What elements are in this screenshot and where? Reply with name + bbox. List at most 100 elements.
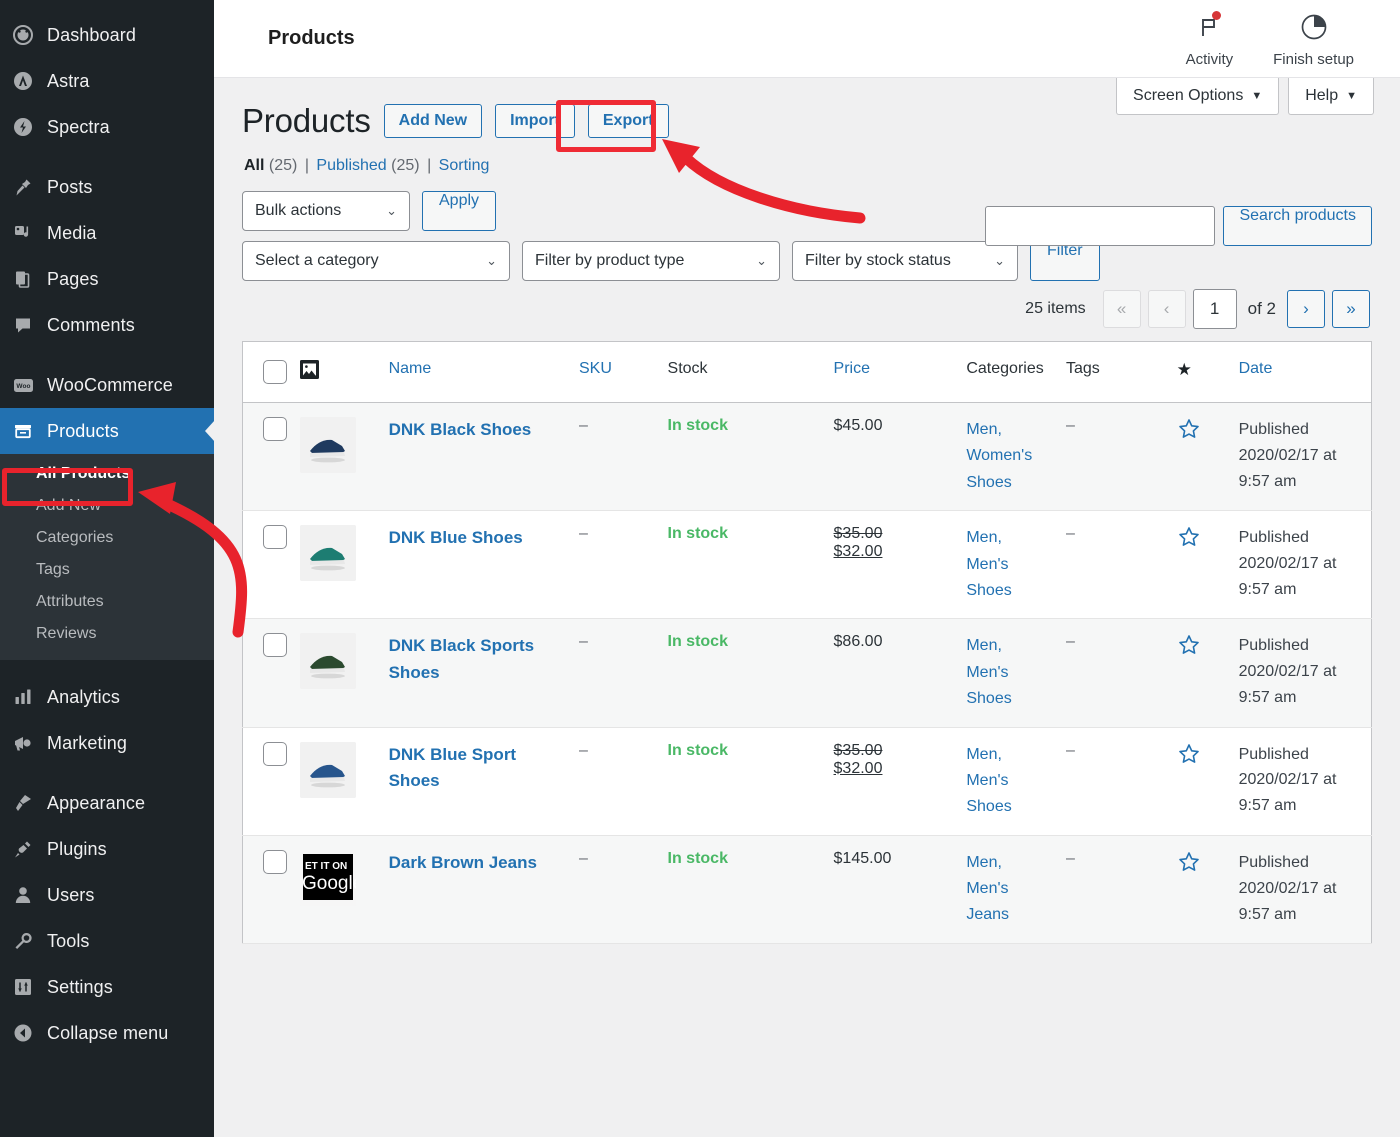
filter-link-all[interactable]: All [244,157,264,174]
sidebar-item-tools[interactable]: Tools [0,918,214,964]
sku-value: – [579,742,588,759]
sidebar-item-analytics[interactable]: Analytics [0,674,214,720]
row-stock-cell: In stock [668,511,834,619]
sidebar-item-collapse-menu[interactable]: Collapse menu [0,1010,214,1056]
export-button[interactable]: Export [588,104,669,138]
sidebar-item-comments[interactable]: Comments [0,302,214,348]
sidebar-item-spectra[interactable]: Spectra [0,104,214,150]
row-checkbox[interactable] [263,417,287,441]
submenu-item-reviews[interactable]: Reviews [0,618,214,650]
category-link[interactable]: Men, [966,525,1058,551]
search-products-button[interactable]: Search products [1223,206,1372,246]
product-name-link[interactable]: Dark Brown Jeans [389,850,537,876]
price-value: $45.00 [834,417,883,434]
sidebar-item-settings[interactable]: Settings [0,964,214,1010]
header-date-link[interactable]: Date [1239,360,1273,377]
product-thumbnail[interactable]: ET IT ONGoogle [300,850,356,906]
sidebar-item-media[interactable]: Media [0,210,214,256]
current-page-input[interactable]: 1 [1193,289,1237,329]
row-checkbox[interactable] [263,850,287,874]
header-name[interactable]: Name [389,342,579,403]
category-link[interactable]: Men's [966,552,1058,578]
star-outline-icon[interactable] [1177,428,1201,445]
sidebar-item-dashboard[interactable]: Dashboard [0,12,214,58]
header-price[interactable]: Price [834,342,967,403]
header-name-link[interactable]: Name [389,360,432,377]
star-outline-icon[interactable] [1177,753,1201,770]
apply-button[interactable]: Apply [422,191,496,231]
category-link[interactable]: Women's [966,443,1058,469]
header-sku[interactable]: SKU [579,342,668,403]
search-input[interactable] [985,206,1215,246]
star-outline-icon[interactable] [1177,536,1201,553]
row-checkbox[interactable] [263,633,287,657]
activity-button[interactable]: Activity [1186,9,1234,68]
products-icon [12,420,34,442]
next-page-button[interactable]: › [1287,290,1325,328]
bulk-actions-select[interactable]: Bulk actions ⌄ [242,191,410,231]
row-featured-cell [1177,727,1239,835]
header-price-link[interactable]: Price [834,360,870,377]
category-link[interactable]: Men, [966,417,1058,443]
sidebar-item-appearance[interactable]: Appearance [0,780,214,826]
submenu-item-add-new[interactable]: Add New [0,490,214,522]
sidebar-item-marketing[interactable]: Marketing [0,720,214,766]
product-name-link[interactable]: DNK Blue Sport Shoes [389,742,571,795]
last-page-button[interactable]: » [1332,290,1370,328]
category-link[interactable]: Jeans [966,902,1058,928]
product-name-link[interactable]: DNK Black Sports Shoes [389,633,571,686]
sidebar-item-users[interactable]: Users [0,872,214,918]
import-button[interactable]: Import [495,104,575,138]
help-button[interactable]: Help ▼ [1288,78,1374,115]
header-sku-link[interactable]: SKU [579,360,612,377]
sidebar-item-label: Collapse menu [47,1024,168,1042]
product-thumbnail[interactable] [300,417,356,473]
category-link[interactable]: Shoes [966,578,1058,604]
category-link[interactable]: Shoes [966,470,1058,496]
sidebar-item-woocommerce[interactable]: Woo WooCommerce [0,362,214,408]
star-outline-icon[interactable] [1177,861,1201,878]
filter-link-published[interactable]: Published [316,157,386,174]
category-link[interactable]: Shoes [966,686,1058,712]
sidebar-item-posts[interactable]: Posts [0,164,214,210]
product-name-link[interactable]: DNK Blue Shoes [389,525,523,551]
add-new-button[interactable]: Add New [384,104,482,138]
product-thumbnail[interactable] [300,525,356,581]
category-link[interactable]: Men's [966,660,1058,686]
star-outline-icon[interactable] [1177,644,1201,661]
sidebar-item-products[interactable]: Products [0,408,214,454]
category-select[interactable]: Select a category ⌄ [242,241,510,281]
filter-link-sorting[interactable]: Sorting [439,157,490,174]
row-checkbox[interactable] [263,742,287,766]
submenu-item-all-products[interactable]: All Products [0,458,214,490]
header-date[interactable]: Date [1239,342,1372,403]
product-type-select[interactable]: Filter by product type ⌄ [522,241,780,281]
sidebar-item-plugins[interactable]: Plugins [0,826,214,872]
category-link[interactable]: Men's [966,768,1058,794]
prev-page-button[interactable]: ‹ [1148,290,1186,328]
submenu-item-attributes[interactable]: Attributes [0,586,214,618]
product-thumbnail[interactable] [300,742,356,798]
category-link[interactable]: Men, [966,850,1058,876]
row-checkbox[interactable] [263,525,287,549]
row-checkbox-cell [243,511,301,619]
select-all-checkbox[interactable] [263,360,287,384]
submenu-item-tags[interactable]: Tags [0,554,214,586]
category-link[interactable]: Men, [966,633,1058,659]
category-link[interactable]: Men, [966,742,1058,768]
row-categories-cell: Men, Men's Shoes [966,511,1066,619]
sidebar-item-astra[interactable]: Astra [0,58,214,104]
stock-status-select[interactable]: Filter by stock status ⌄ [792,241,1018,281]
filter-button[interactable]: Filter [1030,241,1100,281]
product-name-link[interactable]: DNK Black Shoes [389,417,532,443]
first-page-button[interactable]: « [1103,290,1141,328]
category-link[interactable]: Men's [966,876,1058,902]
tools-icon [12,930,34,952]
finish-setup-button[interactable]: Finish setup [1273,9,1354,68]
svg-text:ET IT ON: ET IT ON [305,861,347,872]
screen-options-button[interactable]: Screen Options ▼ [1116,78,1279,115]
submenu-item-categories[interactable]: Categories [0,522,214,554]
product-thumbnail[interactable] [300,633,356,689]
sidebar-item-pages[interactable]: Pages [0,256,214,302]
category-link[interactable]: Shoes [966,794,1058,820]
